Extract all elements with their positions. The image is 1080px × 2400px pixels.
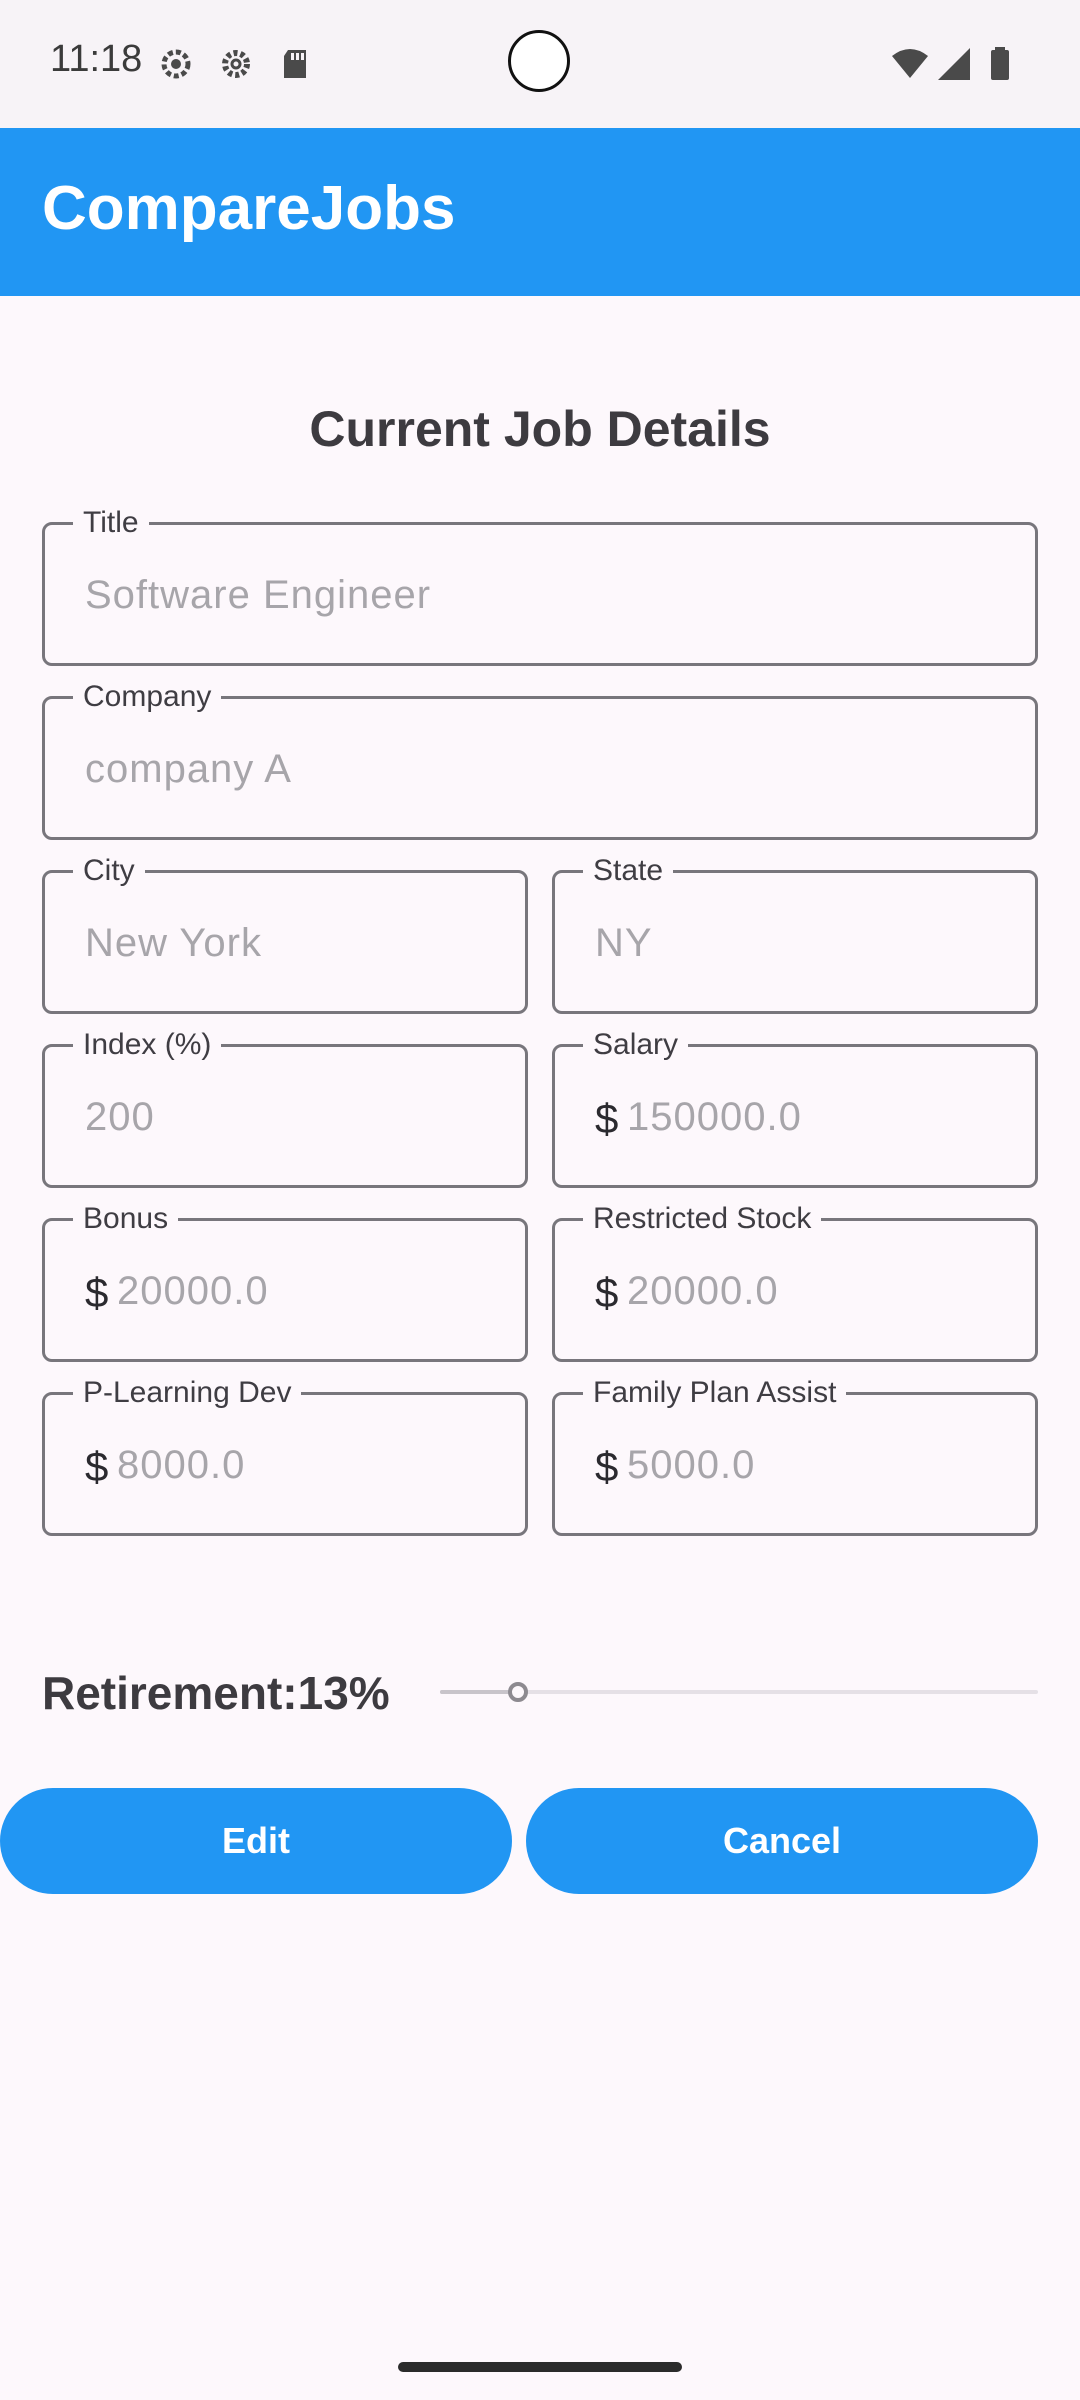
index-field[interactable]: Index (%) 200 bbox=[42, 1027, 528, 1188]
title-field-label: Title bbox=[73, 505, 149, 541]
status-time: 11:18 bbox=[50, 38, 143, 80]
status-bar: 11:18 bbox=[0, 0, 1080, 128]
restricted-stock-currency-prefix: $ bbox=[595, 1269, 619, 1316]
index-field-label: Index (%) bbox=[73, 1027, 222, 1063]
bonus-field-label: Bonus bbox=[73, 1201, 179, 1237]
retirement-slider-thumb[interactable] bbox=[507, 1682, 528, 1702]
cell-signal-icon bbox=[938, 48, 970, 80]
salary-field-label: Salary bbox=[583, 1027, 689, 1063]
company-field[interactable]: Company company A bbox=[42, 679, 1038, 840]
salary-field[interactable]: Salary $ 150000.0 bbox=[552, 1027, 1038, 1188]
camera-cutout bbox=[508, 30, 570, 92]
app-bar: CompareJobs bbox=[0, 128, 1080, 296]
salary-currency-prefix: $ bbox=[595, 1095, 619, 1142]
edit-button[interactable]: Edit bbox=[0, 1788, 512, 1894]
company-field-label: Company bbox=[73, 679, 222, 715]
retirement-slider-fill bbox=[440, 1690, 518, 1694]
app-title: CompareJobs bbox=[42, 174, 456, 243]
salary-field-value: 150000.0 bbox=[627, 1095, 802, 1139]
family-plan-field-label: Family Plan Assist bbox=[583, 1375, 847, 1411]
learning-dev-field-value: 8000.0 bbox=[117, 1443, 246, 1487]
state-field-label: State bbox=[583, 853, 674, 889]
bonus-field[interactable]: Bonus $ 20000.0 bbox=[42, 1201, 528, 1362]
title-field[interactable]: Title Software Engineer bbox=[42, 505, 1038, 666]
retirement-label: Retirement:13% bbox=[42, 1667, 390, 1719]
city-field[interactable]: City New York bbox=[42, 853, 528, 1014]
restricted-stock-field-value: 20000.0 bbox=[627, 1269, 779, 1313]
retirement-slider[interactable] bbox=[440, 1682, 1038, 1702]
page-title: Current Job Details bbox=[309, 401, 771, 457]
bonus-currency-prefix: $ bbox=[85, 1269, 109, 1316]
gear-badge-icon bbox=[161, 49, 191, 79]
cancel-button[interactable]: Cancel bbox=[526, 1788, 1038, 1894]
settings-gear-icon bbox=[222, 50, 250, 78]
home-indicator[interactable] bbox=[398, 2362, 682, 2372]
family-plan-field-value: 5000.0 bbox=[627, 1443, 756, 1487]
learning-dev-field[interactable]: P-Learning Dev $ 8000.0 bbox=[42, 1375, 528, 1536]
city-field-label: City bbox=[73, 853, 145, 889]
bonus-field-value: 20000.0 bbox=[117, 1269, 269, 1313]
city-field-value: New York bbox=[85, 921, 262, 965]
learning-dev-field-label: P-Learning Dev bbox=[73, 1375, 302, 1411]
learning-dev-currency-prefix: $ bbox=[85, 1443, 109, 1490]
battery-icon bbox=[991, 47, 1009, 80]
family-plan-currency-prefix: $ bbox=[595, 1443, 619, 1490]
state-field-value: NY bbox=[595, 921, 653, 965]
restricted-stock-field[interactable]: Restricted Stock $ 20000.0 bbox=[552, 1201, 1038, 1362]
sd-card-icon bbox=[284, 50, 306, 78]
family-plan-field[interactable]: Family Plan Assist $ 5000.0 bbox=[552, 1375, 1038, 1536]
index-field-value: 200 bbox=[85, 1095, 155, 1139]
company-field-value: company A bbox=[85, 747, 292, 791]
title-field-value: Software Engineer bbox=[85, 573, 432, 617]
wifi-icon bbox=[892, 49, 928, 78]
restricted-stock-field-label: Restricted Stock bbox=[583, 1201, 822, 1237]
state-field[interactable]: State NY bbox=[552, 853, 1038, 1014]
